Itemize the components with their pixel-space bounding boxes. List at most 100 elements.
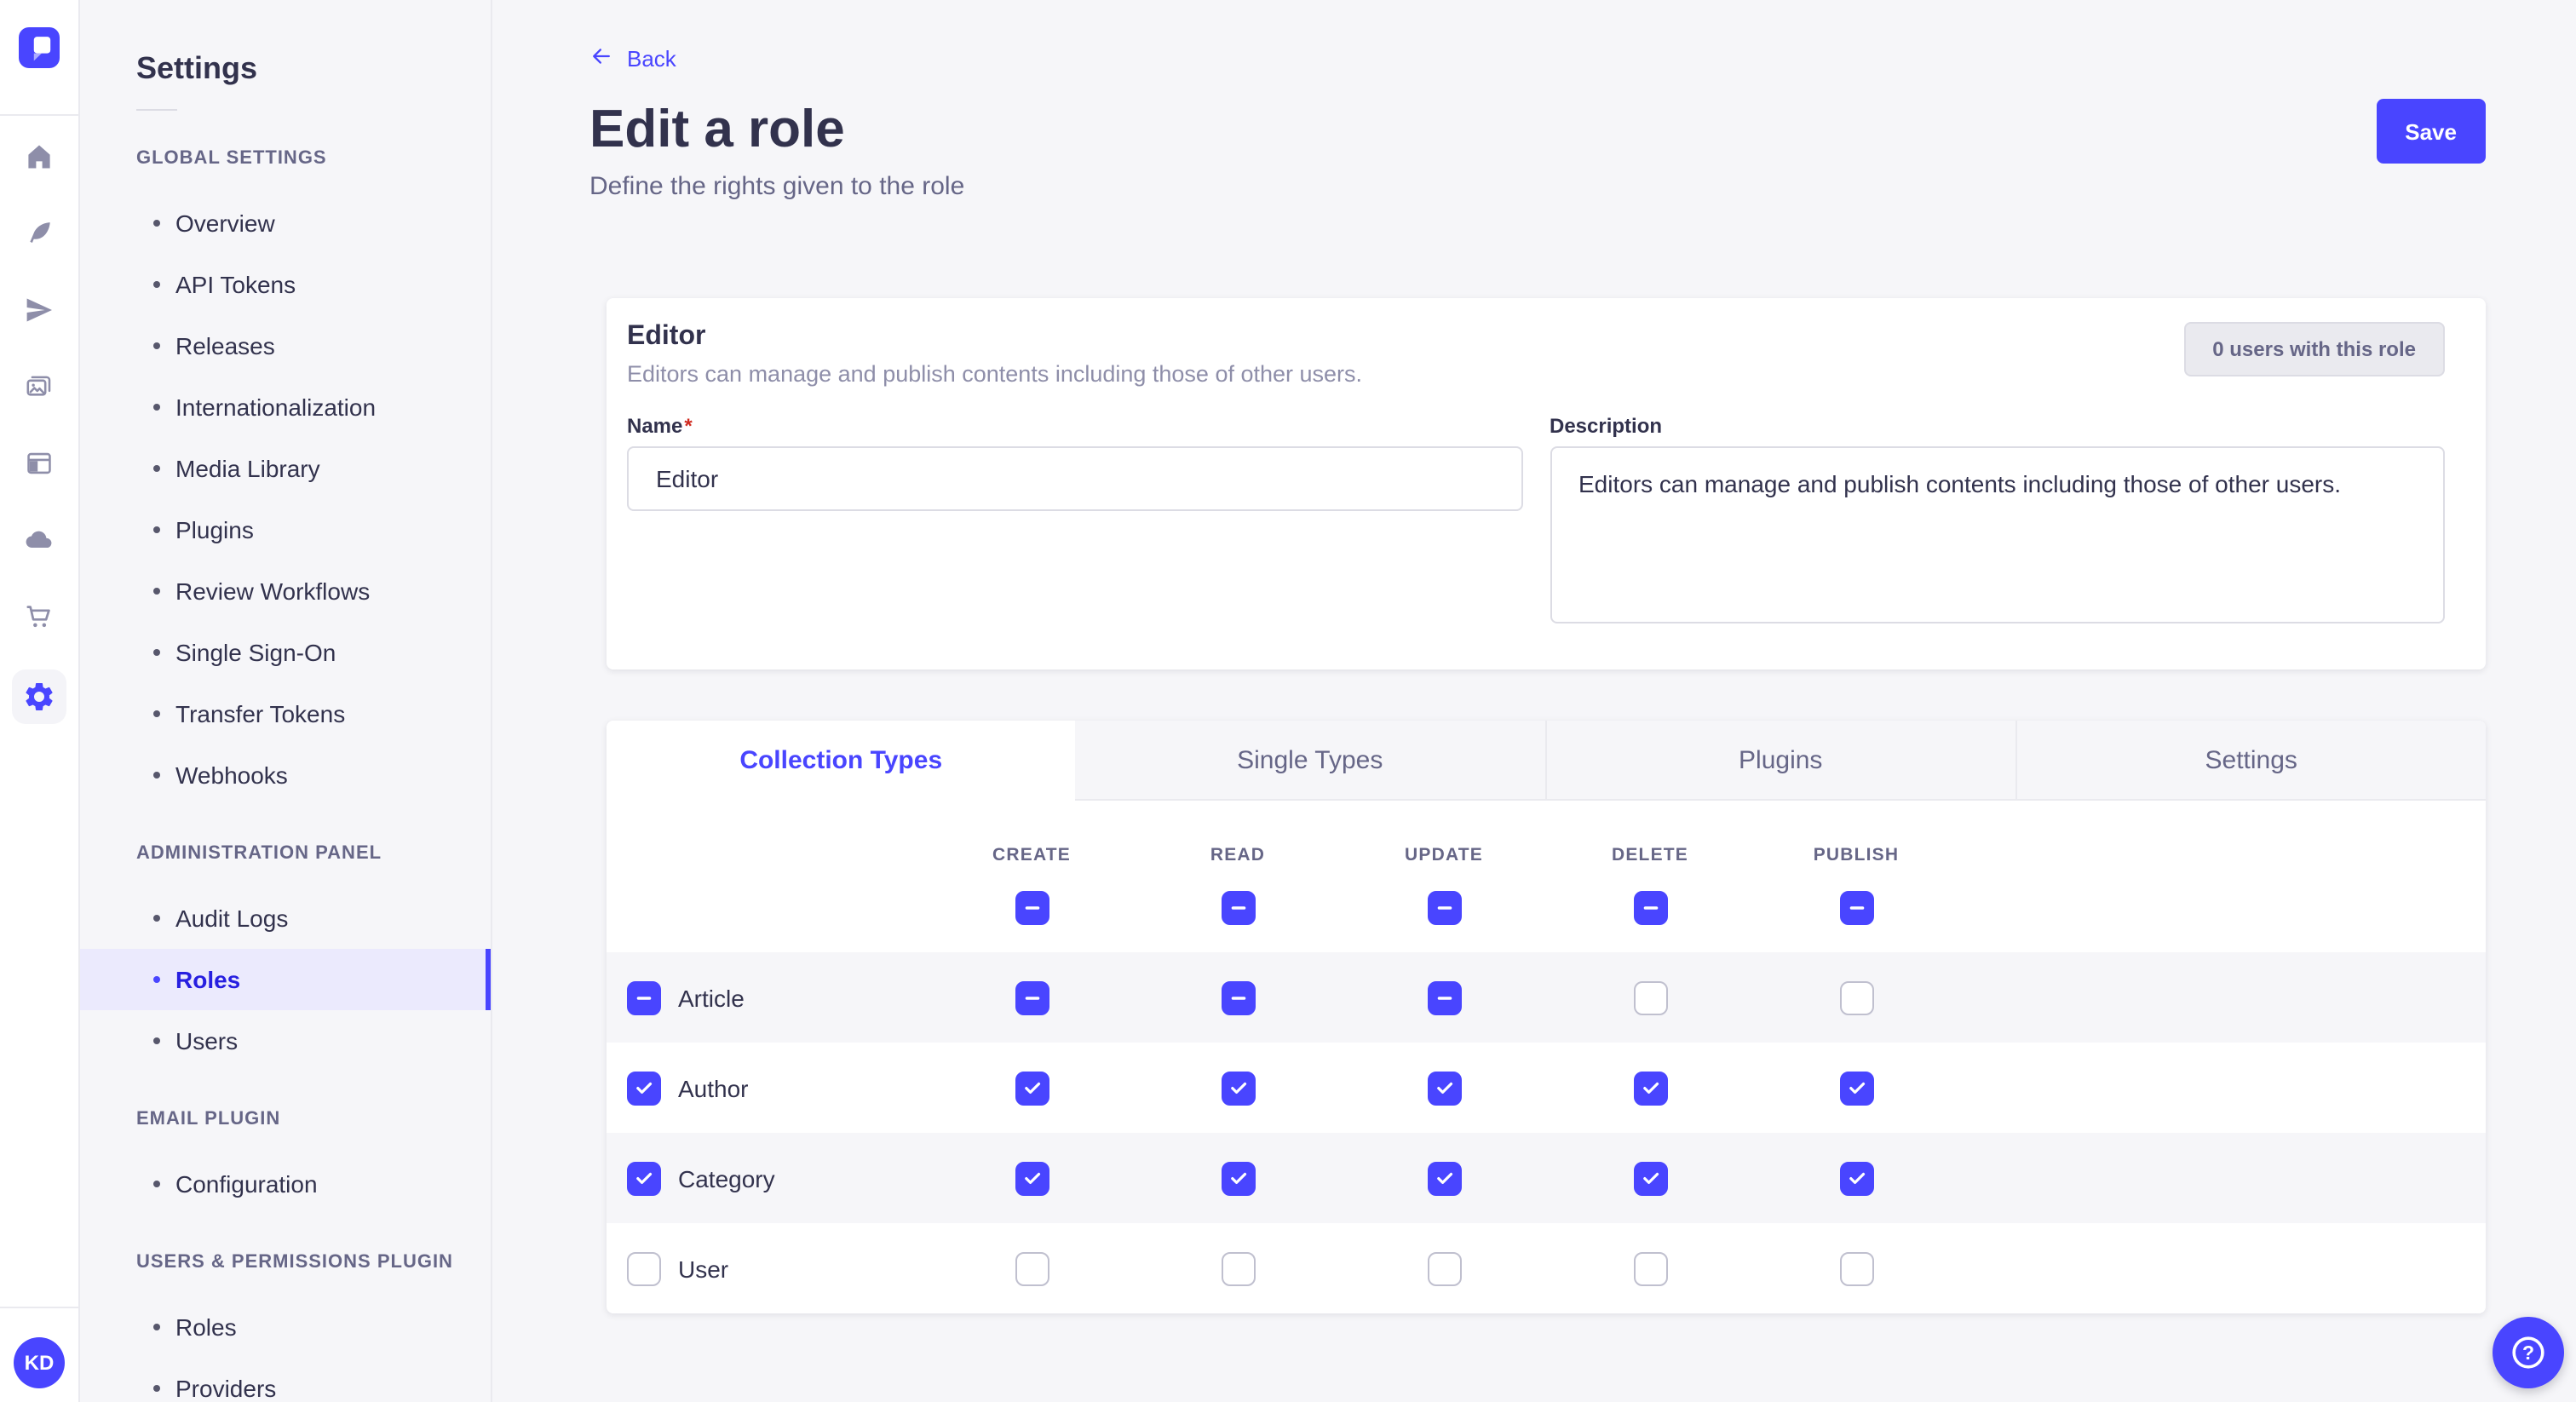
perm-user-read-checkbox[interactable] (1221, 1251, 1255, 1285)
check-icon (634, 1168, 654, 1188)
row-category-checkbox[interactable] (627, 1161, 661, 1195)
select-all-read-checkbox[interactable] (1221, 891, 1255, 925)
row-author-checkbox[interactable] (627, 1071, 661, 1105)
users-count-badge[interactable]: 0 users with this role (2183, 322, 2445, 376)
strapi-logo-icon[interactable] (19, 27, 60, 68)
sidebar-section-heading: GLOBAL SETTINGS (136, 148, 491, 169)
rail-item-cloud[interactable] (0, 501, 78, 577)
sidebar-item-roles[interactable]: Roles (80, 949, 491, 1010)
media-images-icon (24, 371, 55, 401)
rail-item-home[interactable] (0, 118, 78, 194)
description-label: Description (1550, 414, 2445, 438)
perm-category-create-checkbox[interactable] (1015, 1161, 1049, 1195)
required-asterisk: * (684, 414, 692, 438)
perm-select-all-row (607, 891, 2486, 952)
indeterminate-icon (1228, 898, 1248, 918)
row-user-checkbox[interactable] (627, 1251, 661, 1285)
rail-item-cart[interactable] (0, 577, 78, 654)
perm-category-delete-checkbox[interactable] (1633, 1161, 1667, 1195)
rail-item-paper-plane[interactable] (0, 271, 78, 348)
sidebar-item-plugins[interactable]: Plugins (80, 499, 491, 560)
indeterminate-icon (1846, 898, 1866, 918)
save-button[interactable]: Save (2376, 99, 2486, 164)
perm-user-delete-checkbox[interactable] (1633, 1251, 1667, 1285)
help-button[interactable]: ? (2493, 1317, 2564, 1388)
perm-author-delete-checkbox[interactable] (1633, 1071, 1667, 1105)
select-all-delete-checkbox[interactable] (1633, 891, 1667, 925)
sidebar-item-roles[interactable]: Roles (80, 1296, 491, 1358)
sidebar-item-single-sign-on[interactable]: Single Sign-On (80, 622, 491, 683)
sidebar-item-api-tokens[interactable]: API Tokens (80, 254, 491, 315)
column-header-delete: DELETE (1612, 845, 1688, 865)
sidebar-item-label: Roles (175, 966, 240, 993)
perm-article-read-checkbox[interactable] (1221, 980, 1255, 1014)
perm-user-create-checkbox[interactable] (1015, 1251, 1049, 1285)
tab-plugins[interactable]: Plugins (1544, 721, 2015, 801)
sidebar-item-audit-logs[interactable]: Audit Logs (80, 888, 491, 949)
sidebar-item-review-workflows[interactable]: Review Workflows (80, 560, 491, 622)
back-link[interactable]: Back (589, 44, 676, 73)
perm-article-delete-checkbox[interactable] (1633, 980, 1667, 1014)
sidebar-item-webhooks[interactable]: Webhooks (80, 744, 491, 806)
perm-col-heads: CREATEREADUPDATEDELETEPUBLISH (607, 845, 2486, 865)
select-all-publish-checkbox[interactable] (1839, 891, 1873, 925)
rail-item-layout[interactable] (0, 424, 78, 501)
perm-article-create-checkbox[interactable] (1015, 980, 1049, 1014)
role-description-text: Editors can manage and publish contents … (627, 361, 1362, 387)
name-field[interactable] (627, 446, 1522, 511)
perm-article-update-checkbox[interactable] (1427, 980, 1461, 1014)
perm-category-read-checkbox[interactable] (1221, 1161, 1255, 1195)
perm-category-publish-checkbox[interactable] (1839, 1161, 1873, 1195)
perm-category-update-checkbox[interactable] (1427, 1161, 1461, 1195)
rail-item-settings[interactable] (12, 669, 66, 724)
table-row-article: Article (607, 952, 2486, 1043)
select-all-update-checkbox[interactable] (1427, 891, 1461, 925)
app-root: KD Settings GLOBAL SETTINGS Overview API T… (0, 0, 2576, 1402)
sidebar-item-media-library[interactable]: Media Library (80, 438, 491, 499)
avatar[interactable]: KD (14, 1337, 65, 1388)
perm-author-update-checkbox[interactable] (1427, 1071, 1461, 1105)
sidebar-item-configuration[interactable]: Configuration (80, 1153, 491, 1215)
bullet-icon (153, 404, 160, 411)
description-field[interactable]: Editors can manage and publish contents … (1550, 446, 2445, 623)
sidebar-item-releases[interactable]: Releases (80, 315, 491, 376)
perm-article-publish-checkbox[interactable] (1839, 980, 1873, 1014)
sidebar-item-transfer-tokens[interactable]: Transfer Tokens (80, 683, 491, 744)
sidebar-item-overview[interactable]: Overview (80, 192, 491, 254)
perm-author-publish-checkbox[interactable] (1839, 1071, 1873, 1105)
bullet-icon (153, 281, 160, 288)
sidebar-section-heading: USERS & PERMISSIONS PLUGIN (136, 1252, 491, 1273)
rail-bottom: KD (0, 1307, 79, 1402)
bullet-icon (153, 1385, 160, 1392)
feather-icon (24, 217, 55, 248)
perm-author-read-checkbox[interactable] (1221, 1071, 1255, 1105)
perm-user-publish-checkbox[interactable] (1839, 1251, 1873, 1285)
check-icon (1640, 1168, 1660, 1188)
rail-item-media-images[interactable] (0, 348, 78, 424)
row-label: Author (678, 1074, 749, 1101)
bullet-icon (153, 915, 160, 922)
sidebar-section-administration-panel: ADMINISTRATION PANELAudit LogsRolesUsers (80, 843, 491, 1072)
sidebar-title-divider (136, 109, 177, 111)
sidebar-item-label: Overview (175, 210, 275, 237)
sidebar-item-users[interactable]: Users (80, 1010, 491, 1072)
bullet-icon (153, 342, 160, 349)
sidebar-item-label: Providers (175, 1375, 276, 1402)
rail-item-feather[interactable] (0, 194, 78, 271)
perm-author-create-checkbox[interactable] (1015, 1071, 1049, 1105)
svg-text:?: ? (2522, 1342, 2534, 1364)
row-label: Category (678, 1164, 775, 1192)
tab-single-types[interactable]: Single Types (1076, 721, 1545, 801)
arrow-left-icon (589, 44, 613, 68)
tab-collection-types[interactable]: Collection Types (607, 721, 1076, 801)
sidebar-item-internationalization[interactable]: Internationalization (80, 376, 491, 438)
paper-plane-icon (24, 294, 55, 325)
home-icon (24, 141, 55, 171)
tab-settings[interactable]: Settings (2015, 721, 2487, 801)
column-header-read: READ (1210, 845, 1265, 865)
select-all-create-checkbox[interactable] (1015, 891, 1049, 925)
perm-user-update-checkbox[interactable] (1427, 1251, 1461, 1285)
sidebar-item-label: Media Library (175, 455, 320, 482)
sidebar-item-providers[interactable]: Providers (80, 1358, 491, 1402)
row-article-checkbox[interactable] (627, 980, 661, 1014)
